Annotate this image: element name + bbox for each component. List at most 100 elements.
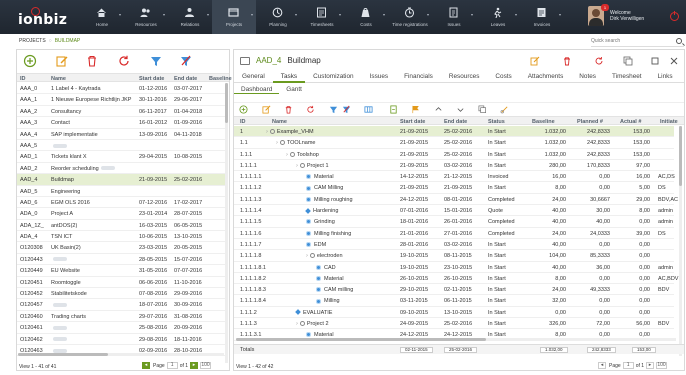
filter-icon[interactable] bbox=[149, 54, 163, 68]
table-row[interactable]: AAD_2 Reorder scheduling bbox=[17, 163, 227, 175]
task-row[interactable]: 1.1.1.2 EVALUATIE 09-10-2015 13-10-2015 In S… bbox=[234, 307, 674, 319]
tab-issues[interactable]: Issues bbox=[362, 72, 396, 83]
nav-issues[interactable]: Issues ▾ bbox=[432, 0, 476, 34]
chevron-down-icon[interactable]: ▾ bbox=[251, 12, 253, 17]
page-size-select[interactable]: 100 bbox=[200, 362, 212, 369]
chevron-down-icon[interactable]: ▾ bbox=[515, 12, 517, 17]
task-row[interactable]: 1.1.1.1 › Project 1 21-09-2015 03-02-2016 In … bbox=[234, 160, 674, 172]
nav-invoices[interactable]: Invoices ▾ bbox=[520, 0, 564, 34]
tab-tasks[interactable]: Tasks bbox=[272, 72, 306, 83]
flag-icon[interactable] bbox=[411, 105, 420, 114]
column-header-id[interactable]: ID bbox=[240, 119, 246, 125]
refresh-icon[interactable] bbox=[594, 56, 604, 66]
table-row[interactable]: O120462 29-08-2016 18-11-2016 bbox=[17, 334, 227, 345]
notification-badge[interactable]: 1 bbox=[601, 4, 609, 11]
tab-notes[interactable]: Notes bbox=[571, 72, 604, 83]
column-header-id[interactable]: ID bbox=[20, 76, 26, 82]
task-row[interactable]: 1.1.1.1.4 Hardening 07-01-2016 15-01-2016 Qu… bbox=[234, 205, 674, 217]
task-row[interactable]: 1.1.1.1.8.4 Milling 03-11-2015 06-11-2015 In… bbox=[234, 295, 674, 307]
project-list-scrollbar[interactable] bbox=[225, 83, 228, 363]
task-row[interactable]: 1.1.1.1.5 Grinding 18-01-2016 26-01-2016 Com… bbox=[234, 216, 674, 228]
task-row[interactable]: 1.1.1.1.8.2 Material 26-10-2015 26-10-2015 I… bbox=[234, 273, 678, 285]
table-row[interactable]: O120461 25-08-2016 20-09-2016 bbox=[17, 322, 227, 334]
tab-customization[interactable]: Customization bbox=[305, 72, 362, 83]
refresh-icon[interactable] bbox=[117, 54, 131, 68]
column-header-planned[interactable]: Planned # bbox=[577, 119, 603, 125]
copy-task-icon[interactable] bbox=[478, 105, 487, 114]
table-row[interactable]: AAD_5 Engineering bbox=[17, 186, 227, 197]
tab-costs[interactable]: Costs bbox=[487, 72, 519, 83]
task-row[interactable]: 1.1.1.1.7 EDM 28-01-2016 03-02-2016 In Start… bbox=[234, 239, 674, 251]
column-header-actual[interactable]: Actual # bbox=[620, 119, 641, 125]
task-row[interactable]: 1 › Example_VHM 21-09-2015 25-02-2016 In Star… bbox=[234, 126, 674, 138]
chevron-down-icon[interactable]: ▾ bbox=[339, 12, 341, 17]
subtab-dashboard[interactable]: Dashboard bbox=[234, 85, 280, 94]
delete-icon[interactable] bbox=[562, 56, 572, 66]
task-row[interactable]: 1.1.1.1.6 Milling finishing 21-01-2016 27-0… bbox=[234, 228, 674, 239]
maximize-icon[interactable] bbox=[650, 56, 660, 66]
task-row[interactable]: 1.1.1.1.8.3 CAM milling 29-10-2015 02-11-20… bbox=[234, 284, 674, 296]
task-row[interactable]: 1.1.1.1.8 › electroden 19-10-2015 08-11-2015… bbox=[234, 250, 674, 262]
table-row[interactable]: AAA_1 1 Nieuwe Europese Richtlijn JKP 30-1… bbox=[17, 94, 227, 106]
tab-resources[interactable]: Resources bbox=[441, 72, 488, 83]
table-row[interactable]: O120443 28-05-2015 15-07-2016 bbox=[17, 254, 227, 266]
task-row[interactable]: 1.1.1.1.1 Material 14-12-2015 21-12-2015 Inv… bbox=[234, 171, 675, 183]
export-icon[interactable] bbox=[389, 105, 398, 114]
table-row[interactable]: AAA_0 1 Label 4 - Kaytrada 01-12-2016 03-07… bbox=[17, 83, 227, 95]
edit-icon[interactable] bbox=[530, 56, 540, 66]
edit-icon[interactable] bbox=[55, 54, 69, 68]
next-page-button[interactable]: ▸ bbox=[190, 362, 199, 369]
chevron-down-icon[interactable]: ▾ bbox=[119, 12, 121, 17]
table-row[interactable]: O120451 Roomtoggle 06-06-2016 11-10-2016 bbox=[17, 277, 227, 289]
delete-icon[interactable] bbox=[85, 54, 99, 68]
nav-projects[interactable]: Projects ▾ bbox=[212, 0, 256, 34]
breadcrumb-root[interactable]: PROJECTS bbox=[19, 38, 46, 44]
ionbiz-logo[interactable]: ionbiz bbox=[18, 7, 70, 29]
table-row[interactable]: AAD_1 Tickets klant X 29-04-2015 10-08-2015 bbox=[17, 151, 227, 163]
close-icon[interactable] bbox=[669, 56, 679, 66]
table-row[interactable]: AAD_4 Buildmap 21-09-2015 25-02-2016 bbox=[17, 174, 227, 186]
chevron-down-icon[interactable]: › bbox=[266, 129, 268, 135]
column-header-initiate[interactable]: Initiate bbox=[660, 119, 678, 125]
nav-costs[interactable]: Costs ▾ bbox=[344, 0, 388, 34]
columns-icon[interactable] bbox=[364, 105, 373, 114]
nav-planning[interactable]: Planning ▾ bbox=[256, 0, 300, 34]
clear-filter-tasks-icon[interactable] bbox=[342, 105, 351, 114]
task-row[interactable]: 1.1.1 › Toolshop 21-09-2015 25-02-2016 In Sta… bbox=[234, 149, 674, 160]
edit-task-icon[interactable] bbox=[262, 105, 271, 114]
prev-page-button[interactable]: ◂ bbox=[142, 362, 150, 369]
chevron-down-icon[interactable]: › bbox=[306, 253, 308, 259]
column-header-end-date[interactable]: End date bbox=[444, 119, 467, 125]
nav-home[interactable]: Home ▾ bbox=[80, 0, 124, 34]
chevron-down-icon[interactable]: ▾ bbox=[295, 12, 297, 17]
chevron-down-icon[interactable]: ▾ bbox=[559, 12, 561, 17]
table-row[interactable]: AAD_6 EGM OLS 2016 07-12-2016 17-02-2017 bbox=[17, 197, 227, 209]
column-header-baseline[interactable]: Baseline bbox=[532, 119, 555, 125]
task-table-scrollbar[interactable] bbox=[679, 126, 682, 356]
tab-links[interactable]: Links bbox=[650, 72, 681, 83]
table-row[interactable]: ADA_1Z_ antDOS(2) 16-03-2015 06-05-2015 bbox=[17, 220, 227, 232]
page-number-input[interactable]: 1 bbox=[166, 362, 178, 369]
chevron-down-icon[interactable]: ▾ bbox=[163, 12, 165, 17]
chevron-down-icon[interactable]: ▾ bbox=[383, 12, 385, 17]
table-row[interactable]: O120452 Stabilitetskode 07-08-2016 29-09-20… bbox=[17, 288, 227, 300]
table-row[interactable]: O120460 Trading charts 29-07-2016 31-08-201… bbox=[17, 311, 227, 323]
search-icon[interactable] bbox=[676, 38, 682, 44]
column-header-start-date[interactable]: Start date bbox=[400, 119, 425, 125]
power-icon[interactable] bbox=[670, 11, 679, 21]
add-icon[interactable] bbox=[23, 54, 37, 68]
add-task-icon[interactable] bbox=[239, 105, 248, 114]
clear-filter-icon[interactable] bbox=[179, 54, 193, 68]
column-header-name[interactable]: Name bbox=[51, 76, 66, 82]
task-row[interactable]: 1.1 › TOOLname 21-09-2015 25-02-2016 In Start… bbox=[234, 137, 674, 149]
table-row[interactable]: AAA_5 bbox=[17, 140, 227, 152]
column-header-start-date[interactable]: Start date bbox=[139, 76, 164, 82]
next-page-button[interactable]: ▸ bbox=[646, 362, 655, 369]
tab-general[interactable]: General bbox=[234, 72, 273, 83]
tab-timesheet[interactable]: Timesheet bbox=[604, 72, 650, 83]
table-row[interactable]: O120308 UK Basin(2) 23-03-2015 20-05-2015 bbox=[17, 242, 227, 254]
column-header-baseline[interactable]: Baseline bbox=[209, 76, 232, 82]
table-row[interactable]: ADA_0 Project A 23-01-2014 28-07-2015 bbox=[17, 208, 227, 220]
delete-task-icon[interactable] bbox=[284, 105, 293, 114]
column-header-end-date[interactable]: End date bbox=[174, 76, 197, 82]
